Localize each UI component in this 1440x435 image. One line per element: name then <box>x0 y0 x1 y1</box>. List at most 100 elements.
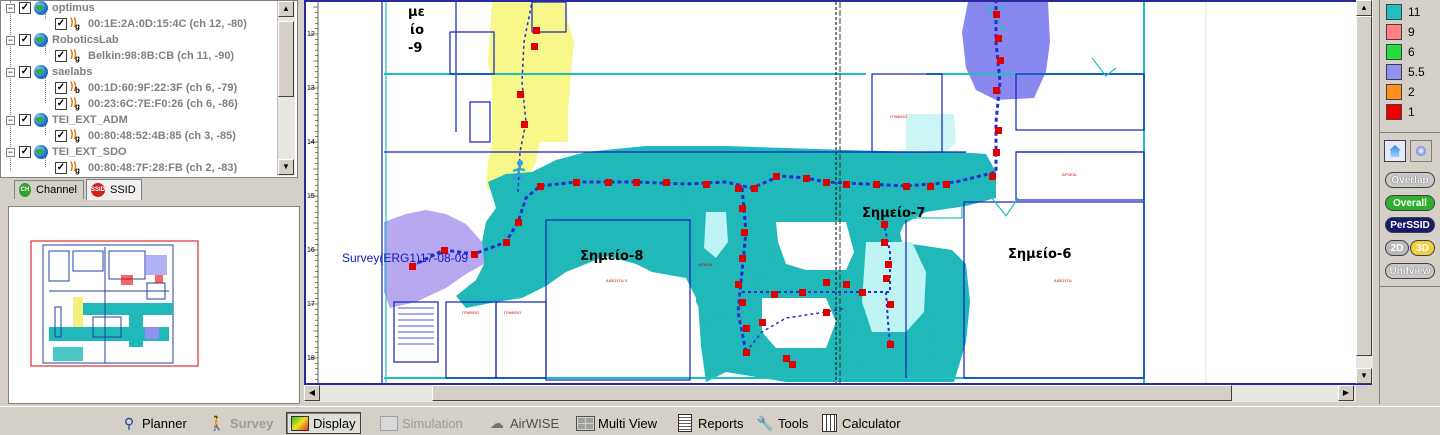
tools-label: Tools <box>778 415 809 431</box>
tools-button[interactable]: 🔧 Tools <box>752 412 812 434</box>
survey-point <box>993 87 1000 94</box>
survey-point <box>885 261 892 268</box>
survey-button[interactable]: 🚶 Survey <box>204 412 277 434</box>
collapse-icon[interactable]: − <box>6 67 15 77</box>
survey-point <box>989 173 996 180</box>
multiview-button[interactable]: Multi View <box>572 412 661 434</box>
2d-button[interactable]: 2D <box>1385 240 1409 256</box>
antenna-icon: )) b <box>70 81 80 95</box>
tree-connector <box>45 77 46 103</box>
reports-button[interactable]: Reports <box>672 412 748 434</box>
tree-row-ap[interactable]: ✓ )) g 00:80:48:52:4B:85 (ch 3, -85) <box>55 128 236 144</box>
airwise-button[interactable]: ☁ AirWISE <box>484 412 563 434</box>
scroll-down-icon[interactable]: ▼ <box>1356 368 1372 384</box>
survey-point <box>997 57 1004 64</box>
house-view-icon[interactable] <box>1384 140 1406 162</box>
main-horizontal-scrollbar[interactable]: ◀ ▶ <box>304 385 1356 402</box>
scroll-thumb[interactable] <box>1356 16 1372 356</box>
coverage-heatmap <box>384 2 1050 382</box>
scroll-up-icon[interactable]: ▲ <box>1356 0 1372 16</box>
overview-minimap[interactable] <box>8 206 300 404</box>
room-small-label: ΓΡΑΦΕΙΟ <box>462 310 479 315</box>
vertical-ruler: 12 13 14 15 16 17 18 <box>306 2 319 383</box>
checkbox[interactable]: ✓ <box>55 50 67 62</box>
display-label: Display <box>313 415 356 431</box>
checkbox[interactable]: ✓ <box>55 162 67 174</box>
scroll-up-icon[interactable]: ▲ <box>278 1 294 17</box>
tree-row-ssid[interactable]: − ✓ RoboticsLab <box>6 32 119 48</box>
legend-swatch <box>1386 4 1402 20</box>
collapse-icon[interactable]: − <box>6 3 15 13</box>
overlap-button[interactable]: Overlap <box>1385 172 1435 188</box>
tab-ssid[interactable]: SSID SSID <box>86 179 142 200</box>
ruler-label: 16 <box>307 247 315 254</box>
checkbox[interactable]: ✓ <box>19 34 31 46</box>
scroll-right-icon[interactable]: ▶ <box>1338 385 1354 401</box>
checkbox[interactable]: ✓ <box>19 2 31 14</box>
planner-label: Planner <box>142 415 187 431</box>
scroll-left-icon[interactable]: ◀ <box>304 385 320 401</box>
simulation-button[interactable]: Simulation <box>376 412 467 434</box>
calculator-button[interactable]: Calculator <box>816 412 905 434</box>
channel-icon: CH <box>19 183 32 197</box>
tree-row-ap[interactable]: ✓ )) g 00:80:48:7F:28:FB (ch 2, -83) <box>55 160 237 176</box>
collapse-icon[interactable]: − <box>6 115 15 125</box>
checkbox[interactable]: ✓ <box>19 146 31 158</box>
survey-point <box>799 289 806 296</box>
scroll-down-icon[interactable]: ▼ <box>278 159 294 175</box>
legend-value: 5.5 <box>1408 65 1425 79</box>
minimap-canvas[interactable] <box>9 207 299 403</box>
network-globe-icon <box>34 1 48 15</box>
survey-point <box>759 319 766 326</box>
legend-value: 2 <box>1408 85 1415 99</box>
room-label: με <box>408 5 425 20</box>
tree-row-ap[interactable]: ✓ )) g 00:23:6C:7E:F0:26 (ch 6, -86) <box>55 96 238 112</box>
legend-value: 6 <box>1408 45 1415 59</box>
antenna-icon: )) g <box>70 97 80 111</box>
scroll-thumb[interactable] <box>278 21 294 97</box>
ap-label: 00:80:48:52:4B:85 (ch 3, -85) <box>88 130 236 142</box>
airwise-icon: ☁ <box>490 414 504 431</box>
room-small-label: ΑΙΘΟΥΣΑ 3 <box>606 278 628 283</box>
3d-button[interactable]: 3D <box>1410 240 1435 256</box>
survey-point <box>703 181 710 188</box>
planner-button[interactable]: ⚲ Planner <box>116 412 191 434</box>
floorplan-view[interactable]: 12 13 14 15 16 17 18 με ίο -9 Σημείο-8 Σ… <box>304 0 1372 385</box>
tree-row-ap[interactable]: ✓ )) g Belkin:98:8B:CB (ch 11, -90) <box>55 48 234 64</box>
planner-icon: ⚲ <box>123 414 135 431</box>
ssid-label: TEI_EXT_SDO <box>52 146 127 158</box>
tree-row-ssid[interactable]: − ✓ TEI_EXT_SDO <box>6 144 127 160</box>
collapse-icon[interactable]: − <box>6 35 15 45</box>
overall-button[interactable]: Overall <box>1385 195 1435 211</box>
survey-point <box>743 349 750 356</box>
ssid-tree[interactable]: − ✓ optimus ✓ )) g 00:1E:2A:0D:15:4C (ch … <box>0 0 298 178</box>
legend-value: 11 <box>1408 5 1421 19</box>
tree-row-ssid[interactable]: − ✓ saelabs <box>6 64 92 80</box>
checkbox[interactable]: ✓ <box>19 66 31 78</box>
main-vertical-scrollbar[interactable]: ▲ ▼ <box>1356 0 1373 384</box>
display-button[interactable]: Display <box>286 412 361 434</box>
perssid-button[interactable]: PerSSID <box>1385 217 1435 233</box>
checkbox[interactable]: ✓ <box>55 98 67 110</box>
tree-row-ap[interactable]: ✓ )) g 00:1E:2A:0D:15:4C (ch 12, -80) <box>55 16 247 32</box>
calculator-label: Calculator <box>842 415 901 431</box>
survey-point <box>789 361 796 368</box>
checkbox[interactable]: ✓ <box>55 18 67 30</box>
tree-row-ap[interactable]: ✓ )) b 00:1D:60:9F:22:3F (ch 6, -79) <box>55 80 237 96</box>
tab-channel[interactable]: CH Channel <box>14 180 84 199</box>
floorplan-canvas[interactable]: 12131415161718 με ίο -9 Σημείο-8 Σημείο-… <box>306 2 1370 383</box>
checkbox[interactable]: ✓ <box>19 114 31 126</box>
scroll-thumb[interactable] <box>432 385 1232 401</box>
checkbox[interactable]: ✓ <box>55 130 67 142</box>
tree-scrollbar[interactable]: ▲ ▼ <box>277 1 295 176</box>
checkbox[interactable]: ✓ <box>55 82 67 94</box>
airwise-label: AirWISE <box>510 415 560 431</box>
ap-label: 00:1D:60:9F:22:3F (ch 6, -79) <box>88 82 238 94</box>
antenna-icon: )) g <box>70 129 80 143</box>
unifview-button[interactable]: Unifview <box>1385 263 1435 279</box>
collapse-icon[interactable]: − <box>6 147 15 157</box>
tree-row-ssid[interactable]: − ✓ optimus <box>6 1 95 16</box>
tree-row-ssid[interactable]: − ✓ TEI_EXT_ADM <box>6 112 128 128</box>
heatmap-dot-icon[interactable] <box>1410 140 1432 162</box>
divider <box>1380 132 1440 133</box>
